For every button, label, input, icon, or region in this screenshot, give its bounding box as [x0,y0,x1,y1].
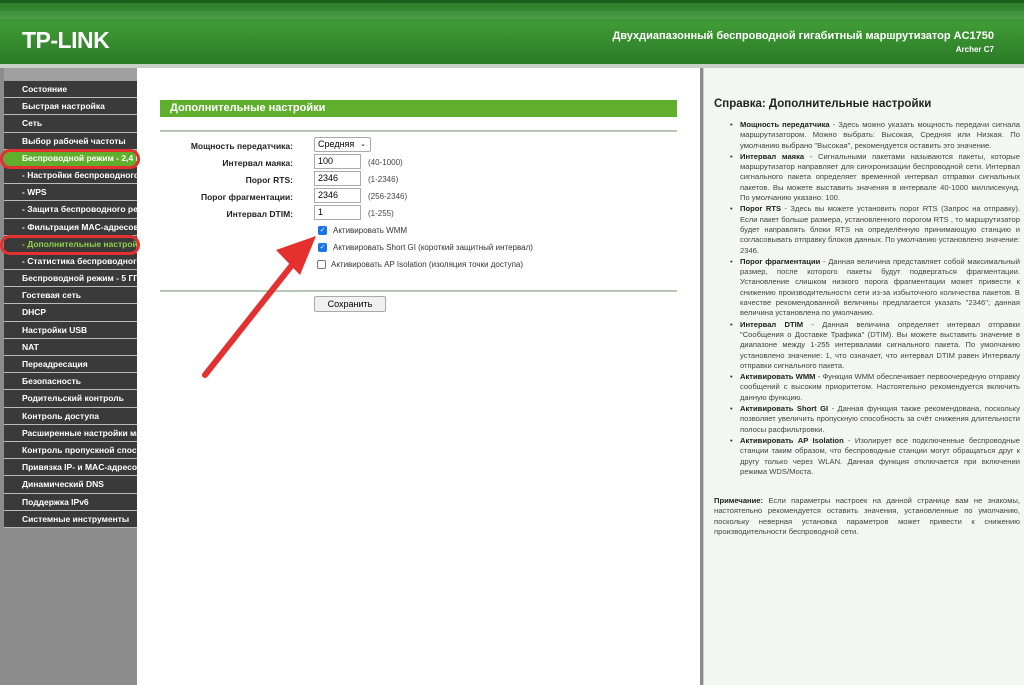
device-model: Archer C7 [955,45,994,54]
sidebar-item[interactable]: Динамический DNS [4,476,137,494]
sidebar-item[interactable]: - Статистика беспроводного режима [4,252,137,271]
help-term: Активировать AP Isolation [740,435,844,445]
rts-input[interactable]: 2346 [314,171,361,186]
help-text: - Здесь вы можете установить порог RTS (… [740,204,1020,255]
help-panel: Справка: Дополнительные настройки Мощнос… [703,68,1024,685]
sidebar-item[interactable]: - Защита беспроводного режима [4,201,137,219]
beacon-label: Интервал маяка: [222,158,293,168]
divider [160,290,677,292]
tp-link-logo: TP-LINK [22,27,110,53]
dtim-range: (1-255) [368,209,394,218]
help-title: Справка: Дополнительные настройки [714,98,932,110]
help-term: Активировать Short GI [740,404,829,414]
dtim-label: Интервал DTIM: [226,209,293,219]
short-gi-label: Активировать Short GI (короткий защитный… [333,243,533,252]
sidebar-item[interactable]: Системные инструменты [4,510,137,528]
sidebar-item[interactable]: Переадресация [4,356,137,374]
help-list: Мощность передатчика - Здесь можно указа… [724,120,1020,478]
help-note: Примечание: Если параметры настроек на д… [714,496,1020,537]
ap-isolation-label: Активировать AP Isolation (изоляция точк… [331,260,524,269]
short-gi-checkbox[interactable]: ✓ [318,243,327,252]
sidebar-item[interactable]: Привязка IP- и MAC-адресов [4,459,137,477]
wmm-label: Активировать WMM [333,226,408,235]
sidebar-item[interactable]: Безопасность [4,373,137,391]
section-title: Дополнительные настройки [160,100,677,117]
sidebar-item[interactable]: Быстрая настройка [4,98,137,116]
sidebar-item[interactable]: - WPS [4,184,137,202]
help-item: Интервал DTIM - Данная величина определя… [724,320,1020,371]
help-item: Интервал маяка - Сигнальными пакетами на… [724,152,1020,203]
beacon-input[interactable]: 100 [314,154,361,169]
help-item: Порог фрагментации - Данная величина пре… [724,257,1020,319]
sidebar-item[interactable]: Состояние [4,81,137,99]
frag-range: (256-2346) [368,192,408,201]
tx-power-value: Средняя [318,139,355,149]
header: TP-LINK Двухдиапазонный беспроводной гиг… [0,0,1024,64]
help-term: Порог фрагментации [740,256,821,266]
dtim-input[interactable]: 1 [314,205,361,220]
sidebar-item[interactable]: NAT [4,338,137,356]
help-term: Активировать WMM [740,372,816,382]
annotation-highlight-advanced [0,235,140,255]
sidebar-item[interactable]: - Настройки беспроводного режима [4,166,137,185]
tx-power-label: Мощность передатчика: [190,141,293,151]
wmm-checkbox[interactable]: ✓ [318,226,327,235]
sidebar-item[interactable]: Настройки USB [4,321,137,339]
rts-range: (1-2346) [368,175,399,184]
sidebar-item[interactable]: Гостевая сеть [4,287,137,305]
sidebar-item[interactable]: Контроль доступа [4,407,137,425]
help-item: Активировать AP Isolation - Изолирует вс… [724,436,1020,477]
chevron-down-icon: ⌄ [360,141,366,148]
help-item: Порог RTS - Здесь вы можете установить п… [724,204,1020,255]
tx-power-select[interactable]: Средняя ⌄ [314,137,371,152]
ap-isolation-checkbox[interactable] [317,260,326,269]
help-item: Мощность передатчика - Здесь можно указа… [724,120,1020,151]
annotation-highlight-wireless [0,149,140,169]
frag-label: Порог фрагментации: [200,192,293,202]
sidebar-item[interactable]: Родительский контроль [4,390,137,408]
rts-label: Порог RTS: [245,175,293,185]
device-title: Двухдиапазонный беспроводной гигабитный … [612,30,994,42]
sidebar-item[interactable]: Контроль пропускной способности [4,441,137,460]
sidebar-item[interactable]: Беспроводной режим - 5 ГГц [4,270,137,288]
note-term: Примечание: [714,496,764,505]
frag-input[interactable]: 2346 [314,188,361,203]
beacon-range: (40-1000) [368,158,403,167]
sidebar-item[interactable]: DHCP [4,304,137,322]
sidebar-item[interactable]: Расширенные настройки маршрутизации [4,424,137,442]
divider [160,130,677,132]
sidebar-item[interactable]: Выбор рабочей частоты [4,132,137,150]
help-term: Интервал DTIM [740,319,804,329]
help-item: Активировать Short GI - Данная функция т… [724,404,1020,435]
sidebar-item[interactable]: Сеть [4,115,137,133]
help-term: Мощность передатчика [740,120,830,129]
sidebar-item[interactable]: - Фильтрация MAC-адресов [4,218,137,236]
sidebar-item[interactable]: Поддержка IPv6 [4,493,137,511]
save-button[interactable]: Сохранить [314,296,386,312]
main-panel: Дополнительные настройки Мощность переда… [137,68,700,685]
help-term: Порог RTS [740,204,782,214]
help-term: Интервал маяка [740,151,805,161]
help-item: Активировать WMM - Функция WMM обеспечив… [724,372,1020,403]
